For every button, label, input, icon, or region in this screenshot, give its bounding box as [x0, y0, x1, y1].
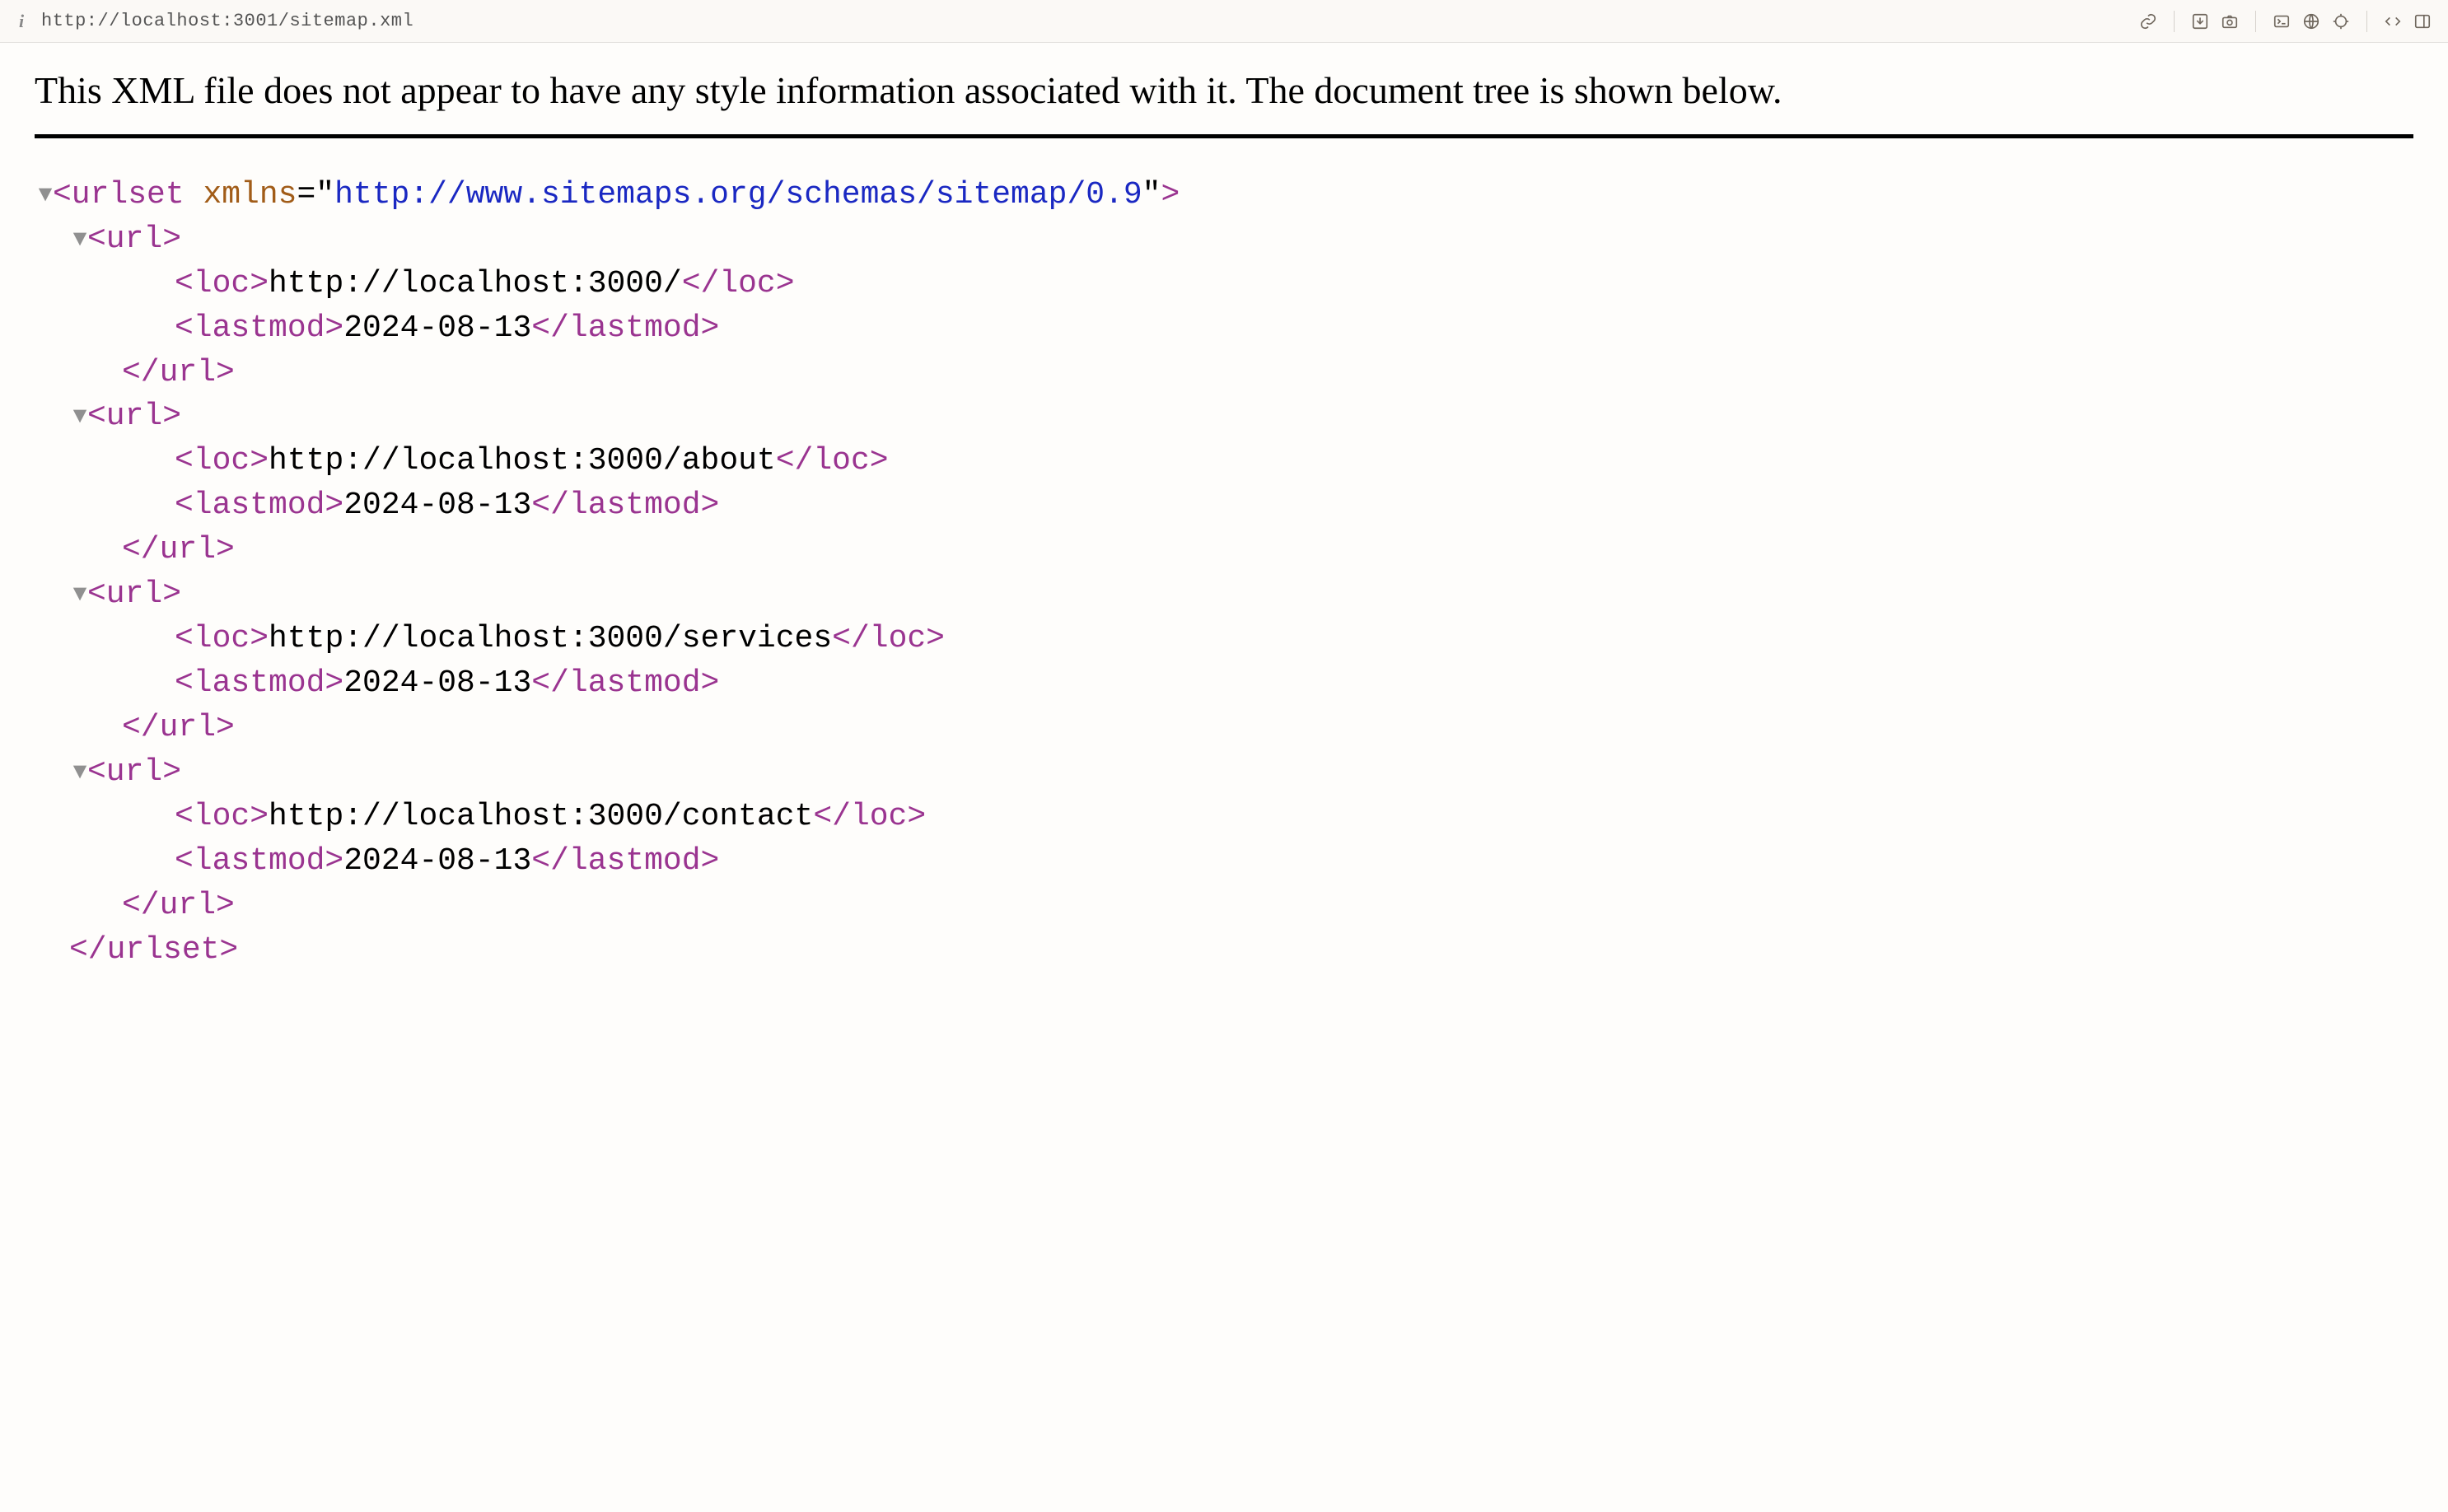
page-content: This XML file does not appear to have an…: [0, 43, 2448, 996]
loc-element: <loc>http://localhost:3000/</loc>: [35, 262, 2413, 306]
crosshair-icon[interactable]: [2327, 7, 2355, 35]
tag-name: <loc>: [175, 443, 269, 478]
browser-toolbar: i http://localhost:3001/sitemap.xml: [0, 0, 2448, 43]
info-icon[interactable]: i: [12, 11, 31, 32]
urlset-close-tag: </urlset>: [35, 928, 2413, 973]
tag-name: <url>: [87, 399, 181, 434]
tag-name: <lastmod>: [175, 843, 343, 879]
tag-name: <loc>: [175, 799, 269, 834]
tag-name: </loc>: [776, 443, 889, 478]
lastmod-element: <lastmod>2024-08-13</lastmod>: [35, 661, 2413, 706]
tag-name: </url>: [122, 532, 235, 567]
tag-name: </lastmod>: [531, 665, 719, 701]
lastmod-value: 2024-08-13: [343, 488, 531, 523]
tag-name: <url>: [87, 754, 181, 790]
tag-name: <lastmod>: [175, 310, 343, 346]
panel-icon[interactable]: [2408, 7, 2436, 35]
toolbar-separator: [2366, 11, 2367, 32]
address-url[interactable]: http://localhost:3001/sitemap.xml: [41, 11, 413, 31]
lastmod-value: 2024-08-13: [343, 843, 531, 879]
attr-name: xmlns: [203, 177, 297, 212]
loc-value: http://localhost:3000/contact: [269, 799, 813, 834]
tag-name: <url>: [87, 222, 181, 257]
toolbar-right: [2134, 7, 2436, 35]
link-icon[interactable]: [2134, 7, 2162, 35]
tag-close-bracket: >: [1161, 177, 1180, 212]
tag-name: <lastmod>: [175, 488, 343, 523]
lastmod-value: 2024-08-13: [343, 665, 531, 701]
tag-name: <loc>: [175, 621, 269, 656]
tag-name: <loc>: [175, 266, 269, 301]
tag-name: </url>: [122, 355, 235, 390]
tag-name: </url>: [122, 710, 235, 745]
tag-name: </lastmod>: [531, 488, 719, 523]
terminal-icon[interactable]: [2268, 7, 2296, 35]
tag-name: </lastmod>: [531, 310, 719, 346]
download-icon[interactable]: [2186, 7, 2214, 35]
url-open-tag[interactable]: ▼<url>: [35, 750, 2413, 795]
tag-name: </loc>: [682, 266, 795, 301]
code-icon[interactable]: [2379, 7, 2407, 35]
tag-name: <urlset: [53, 177, 185, 212]
loc-value: http://localhost:3000/services: [269, 621, 832, 656]
loc-element: <loc>http://localhost:3000/contact</loc>: [35, 795, 2413, 839]
url-open-tag[interactable]: ▼<url>: [35, 394, 2413, 439]
camera-icon[interactable]: [2216, 7, 2244, 35]
xml-no-style-notice: This XML file does not appear to have an…: [35, 66, 2341, 116]
tag-name: </lastmod>: [531, 843, 719, 879]
tag-name: </urlset>: [69, 932, 238, 968]
lastmod-element: <lastmod>2024-08-13</lastmod>: [35, 839, 2413, 884]
loc-element: <loc>http://localhost:3000/services</loc…: [35, 617, 2413, 661]
xmlns-value: http://www.sitemaps.org/schemas/sitemap/…: [334, 177, 1142, 212]
loc-value: http://localhost:3000/: [269, 266, 682, 301]
toolbar-left: i http://localhost:3001/sitemap.xml: [12, 11, 413, 32]
tag-name: <lastmod>: [175, 665, 343, 701]
url-close-tag: </url>: [35, 706, 2413, 750]
tag-name: </url>: [122, 888, 235, 923]
url-open-tag[interactable]: ▼<url>: [35, 217, 2413, 262]
tag-name: </loc>: [813, 799, 926, 834]
loc-value: http://localhost:3000/about: [269, 443, 776, 478]
url-close-tag: </url>: [35, 351, 2413, 395]
url-close-tag: </url>: [35, 528, 2413, 572]
tag-name: </loc>: [832, 621, 945, 656]
toolbar-separator: [2255, 11, 2256, 32]
url-open-tag[interactable]: ▼<url>: [35, 572, 2413, 617]
xml-tree: ▼<urlset xmlns="http://www.sitemaps.org/…: [35, 173, 2413, 973]
loc-element: <loc>http://localhost:3000/about</loc>: [35, 439, 2413, 483]
urlset-open-tag[interactable]: ▼<urlset xmlns="http://www.sitemaps.org/…: [35, 173, 2413, 217]
toolbar-separator: [2174, 11, 2175, 32]
globe-icon[interactable]: [2297, 7, 2325, 35]
divider: [35, 134, 2413, 138]
tag-name: <url>: [87, 576, 181, 612]
url-close-tag: </url>: [35, 884, 2413, 928]
lastmod-element: <lastmod>2024-08-13</lastmod>: [35, 306, 2413, 351]
lastmod-element: <lastmod>2024-08-13</lastmod>: [35, 483, 2413, 528]
lastmod-value: 2024-08-13: [343, 310, 531, 346]
